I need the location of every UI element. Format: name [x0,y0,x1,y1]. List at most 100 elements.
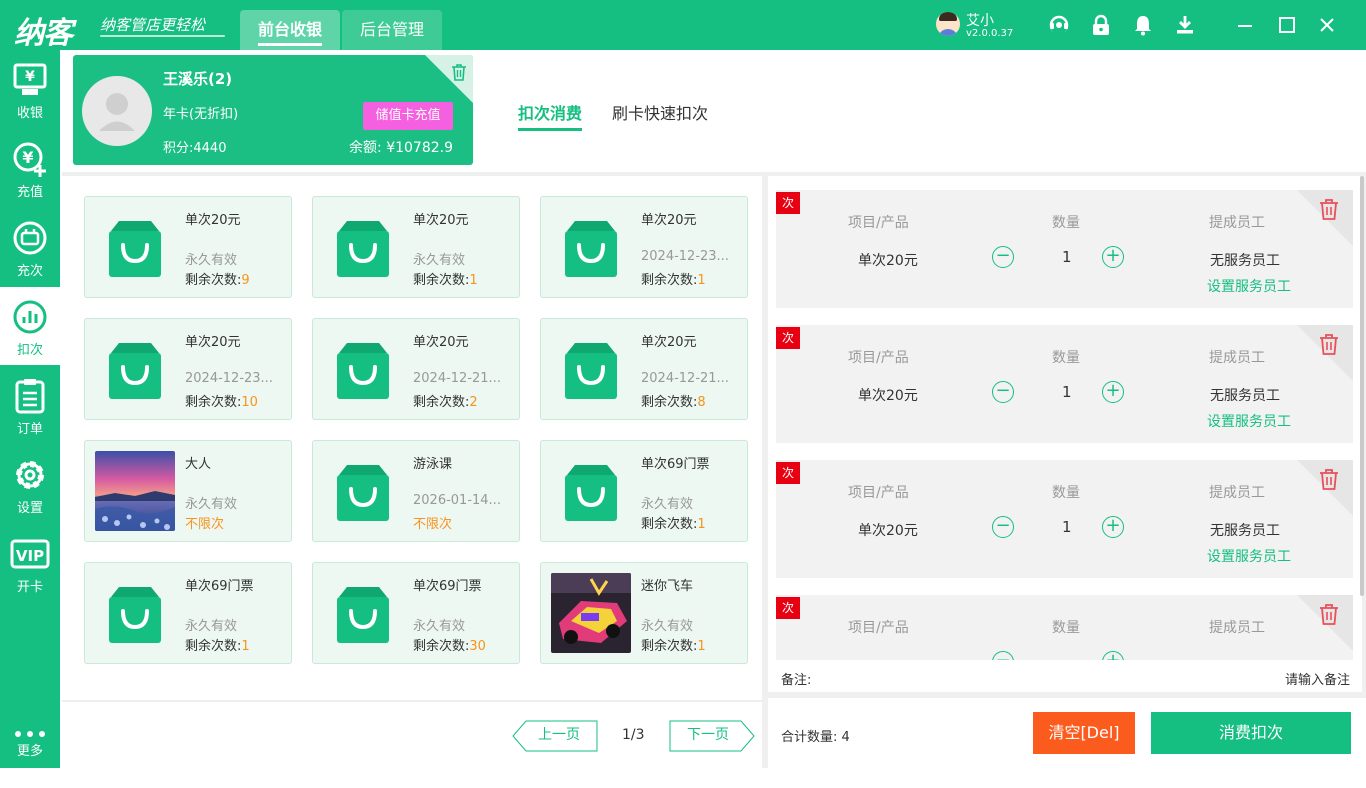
download-icon[interactable] [1174,14,1196,36]
product-validity: 2024-12-23... [641,249,729,264]
cart-item-qty: 1 [1062,518,1072,536]
minimize-icon[interactable] [1234,14,1256,36]
sidebar-item-open-card[interactable]: VIP 开卡 [0,524,60,602]
set-staff-link[interactable]: 设置服务员工 [1207,411,1291,431]
product-remain: 剩余次数:1 [185,639,250,654]
sidebar-item-cashier[interactable]: ¥ 收银 [0,50,60,128]
consume-deduct-button[interactable]: 消费扣次 [1151,712,1351,754]
shopping-bag-icon [563,217,619,279]
tab-swipe-quick-deduct[interactable]: 刷卡快速扣次 [612,100,708,124]
product-remain: 剩余次数:1 [413,273,478,288]
product-card[interactable]: 迷你飞车 永久有效 剩余次数:1 [540,562,748,664]
header-staff: 提成员工 [1209,215,1265,231]
delete-icon[interactable] [1319,603,1339,625]
cart-item-staff: 无服务员工 [1210,523,1280,539]
decrease-qty-button[interactable]: − [992,381,1014,403]
product-validity: 2024-12-21... [641,371,729,386]
product-card[interactable]: 单次20元 2024-12-21... 剩余次数:8 [540,318,748,420]
cart-item-staff: 无服务员工 [1210,388,1280,404]
remark-input[interactable]: 请输入备注 [1285,669,1350,688]
product-card[interactable]: 大人 永久有效 不限次 [84,440,292,542]
product-remain: 剩余次数:1 [641,273,706,288]
recharge-card-button[interactable]: 储值卡充值 [363,102,453,130]
header-item: 项目/产品 [848,485,909,501]
delete-icon[interactable] [1319,198,1339,220]
product-card[interactable]: 游泳课 2026-01-14... 不限次 [312,440,520,542]
product-validity: 永久有效 [641,619,694,634]
set-staff-link[interactable]: 设置服务员工 [1207,546,1291,566]
shopping-bag-icon [563,339,619,401]
product-card[interactable]: 单次20元 2024-12-21... 剩余次数:2 [312,318,520,420]
header-item: 项目/产品 [848,215,909,231]
increase-qty-button[interactable]: + [1102,381,1124,403]
bell-icon[interactable] [1132,14,1154,36]
prev-page-button[interactable]: 上一页 [520,720,598,752]
clear-button[interactable]: 清空[Del] [1033,712,1135,754]
remark-row: 备注: 请输入备注 [768,660,1362,692]
product-card[interactable]: 单次69门票 永久有效 剩余次数:1 [84,562,292,664]
trash-icon[interactable] [451,63,467,81]
cart-scrollbar[interactable] [1360,176,1364,596]
next-page-button[interactable]: 下一页 [669,720,747,752]
sidebar-item-topup-count[interactable]: 充次 [0,208,60,286]
product-validity: 永久有效 [413,619,466,634]
product-title: 单次20元 [641,213,697,228]
product-remain: 剩余次数:2 [413,395,478,410]
decrease-qty-button[interactable]: − [992,246,1014,268]
count-tag: 次 [776,327,800,349]
topup-count-icon [13,221,47,255]
sidebar-item-recharge[interactable]: ¥ 充值 [0,129,60,207]
shopping-bag-icon [335,583,391,645]
sidebar-item-more[interactable]: 更多 [0,710,60,788]
product-remain: 剩余次数:9 [185,273,250,288]
sidebar-item-settings[interactable]: 设置 [0,445,60,523]
cashier-icon: ¥ [13,63,47,95]
top-bar: 纳客 纳客管店更轻松 前台收银 后台管理 艾小 v2.0.0.37 [0,0,1366,51]
product-title: 单次20元 [413,213,469,228]
product-title: 单次20元 [641,335,697,350]
cart-item-name: 单次20元 [858,388,918,404]
shopping-bag-icon [107,339,163,401]
decrease-qty-button[interactable]: − [992,651,1014,660]
sidebar-item-deduct-count[interactable]: 扣次 [0,287,60,365]
product-card[interactable]: 单次20元 2024-12-23... 剩余次数:10 [84,318,292,420]
header-staff: 提成员工 [1209,350,1265,366]
customer-service-icon[interactable] [1048,14,1070,36]
cart-item-staff: 无服务员工 [1210,253,1280,269]
sidebar-item-orders[interactable]: 订单 [0,366,60,444]
shopping-bag-icon [107,583,163,645]
maximize-icon[interactable] [1276,14,1298,36]
delete-icon[interactable] [1319,468,1339,490]
product-title: 单次20元 [185,213,241,228]
gear-icon [16,461,44,489]
product-card[interactable]: 单次20元 永久有效 剩余次数:1 [312,196,520,298]
delete-icon[interactable] [1319,333,1339,355]
user-profile[interactable]: 艾小 v2.0.0.37 [936,10,1016,44]
svg-text:VIP: VIP [16,547,44,565]
increase-qty-button[interactable]: + [1102,516,1124,538]
tab-backend-admin[interactable]: 后台管理 [342,10,442,50]
product-card[interactable]: 单次69门票 永久有效 剩余次数:1 [540,440,748,542]
tab-front-cashier[interactable]: 前台收银 [240,10,340,50]
product-photo-sunset [95,451,175,531]
increase-qty-button[interactable]: + [1102,651,1124,660]
set-staff-link[interactable]: 设置服务员工 [1207,276,1291,296]
header-item: 项目/产品 [848,620,909,636]
tab-deduct-consume[interactable]: 扣次消费 [518,100,583,131]
product-title: 单次20元 [185,335,241,350]
increase-qty-button[interactable]: + [1102,246,1124,268]
header-qty: 数量 [1052,215,1080,231]
product-remain: 剩余次数:1 [641,517,706,532]
decrease-qty-button[interactable]: − [992,516,1014,538]
deduct-count-icon [13,300,47,334]
product-remain: 剩余次数:10 [185,395,258,410]
slogan-underline [100,35,225,37]
product-card[interactable]: 单次69门票 永久有效 剩余次数:30 [312,562,520,664]
lock-icon[interactable] [1090,14,1112,36]
orders-icon [15,379,45,414]
product-validity: 永久有效 [185,619,238,634]
close-icon[interactable] [1316,14,1338,36]
product-card[interactable]: 单次20元 2024-12-23... 剩余次数:1 [540,196,748,298]
product-card[interactable]: 单次20元 永久有效 剩余次数:9 [84,196,292,298]
shopping-bag-icon [335,461,391,523]
